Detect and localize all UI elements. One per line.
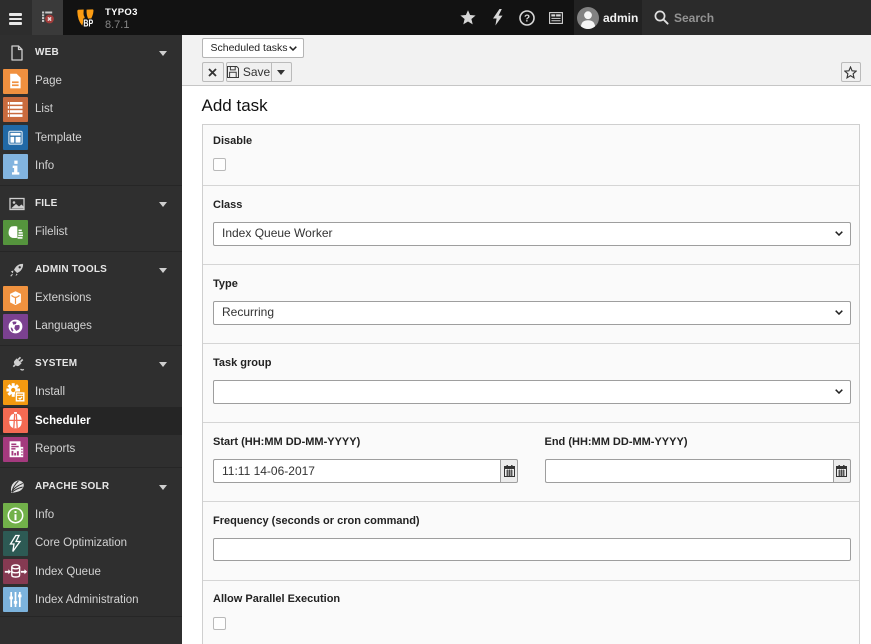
svg-text:?: ? [523,13,529,24]
svg-text:BP: BP [83,18,93,27]
